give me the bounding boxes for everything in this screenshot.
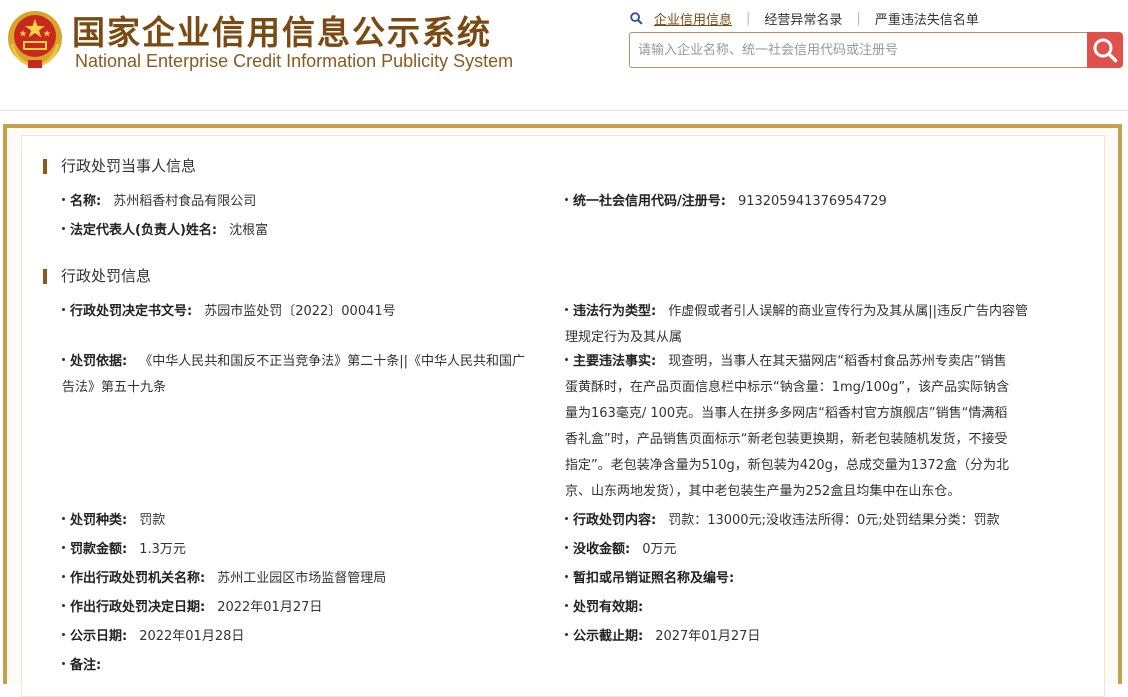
site-header: 国家企业信用信息公示系统 National Enterprise Credit … <box>0 0 1128 110</box>
header-divider <box>0 110 1128 111</box>
search-icon <box>1093 38 1118 63</box>
national-emblem-icon <box>8 11 62 68</box>
top-nav: 企业信用信息 | 经营异常名录 | 严重违法失信名单 <box>630 9 979 28</box>
field-license-revocation: 暂扣或吊销证照名称及编号: <box>565 566 746 592</box>
field-remark: 备注: <box>62 653 113 679</box>
field-decision-date: 作出行政处罚决定日期: 2022年01月27日 <box>62 595 322 621</box>
field-main-facts: 主要违法事实: 现查明，当事人在其天猫网店“稻香村食品苏州专卖店”销售 蛋黄酥时，… <box>565 354 1010 499</box>
nav-abnormal-list[interactable]: 经营异常名录 <box>764 9 842 28</box>
nav-enterprise-credit[interactable]: 企业信用信息 <box>654 9 732 28</box>
field-violation-type: 违法行为类型: 作虚假或者引人误解的商业宣传行为及其从属||违反广告内容管 理规定… <box>565 304 1028 345</box>
field-publish-date: 公示日期: 2022年01月28日 <box>62 624 244 650</box>
field-penalty-basis: 处罚依据: 《中华人民共和国反不正当竞争法》第二十条||《中华人民共和国广 告法》… <box>62 354 525 395</box>
section-title-party-info: 行政处罚当事人信息 <box>43 159 196 174</box>
nav-separator: | <box>856 11 861 26</box>
field-name: 名称: 苏州稻香村食品有限公司 <box>62 189 256 215</box>
field-confiscation-amount: 没收金额: 0万元 <box>565 537 676 563</box>
field-penalty-type: 处罚种类: 罚款 <box>62 508 165 534</box>
search-button[interactable] <box>1087 32 1123 68</box>
field-penalty-content: 行政处罚内容: 罚款：13000元;没收违法所得：0元;处罚结果分类：罚款 <box>565 508 1000 534</box>
section-title-penalty-info: 行政处罚信息 <box>43 269 151 284</box>
search-input[interactable] <box>629 32 1087 68</box>
search-icon <box>630 12 643 25</box>
field-fine-amount: 罚款金额: 1.3万元 <box>62 537 186 563</box>
field-decision-doc-no: 行政处罚决定书文号: 苏园市监处罚〔2022〕00041号 <box>62 299 396 325</box>
penalty-detail-panel: 行政处罚当事人信息 名称: 苏州稻香村食品有限公司 统一社会信用代码/注册号: 91… <box>21 135 1105 697</box>
field-publish-end-date: 公示截止期: 2027年01月27日 <box>565 624 760 650</box>
field-legal-rep: 法定代表人(负责人)姓名: 沈根富 <box>62 218 268 244</box>
search-bar <box>629 32 1123 68</box>
nav-blacklist[interactable]: 严重违法失信名单 <box>875 9 979 28</box>
field-validity: 处罚有效期: <box>565 595 655 621</box>
site-title: 国家企业信用信息公示系统 <box>72 13 492 52</box>
site-subtitle: National Enterprise Credit Information P… <box>75 51 514 71</box>
content-frame: 行政处罚当事人信息 名称: 苏州稻香村食品有限公司 统一社会信用代码/注册号: 91… <box>3 124 1122 697</box>
field-credit-code: 统一社会信用代码/注册号: 913205941376954729 <box>565 189 887 215</box>
field-authority: 作出行政处罚机关名称: 苏州工业园区市场监督管理局 <box>62 566 386 592</box>
nav-separator: | <box>746 11 751 26</box>
